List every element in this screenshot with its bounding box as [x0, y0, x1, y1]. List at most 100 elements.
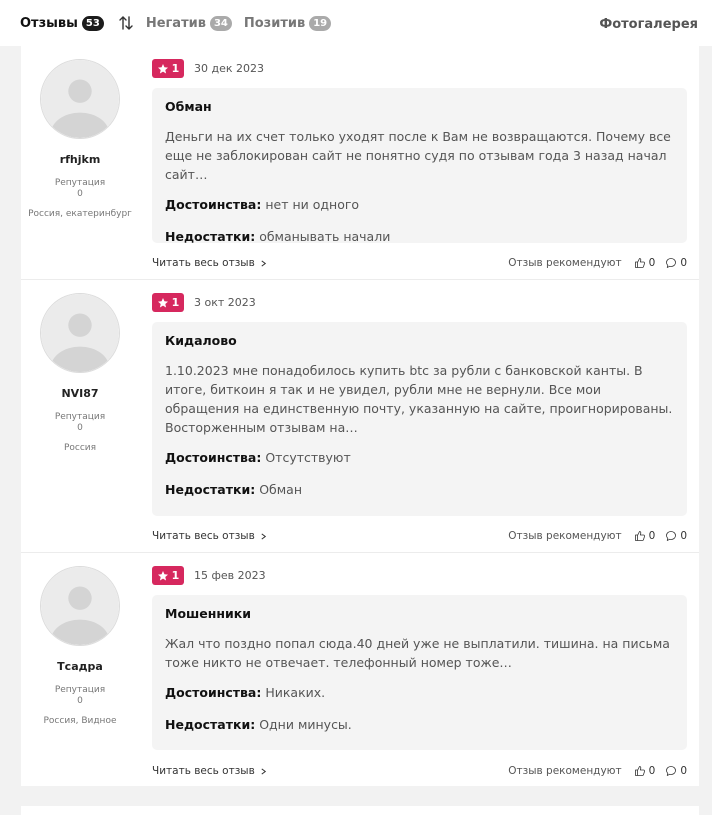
thumbs-up-icon — [634, 258, 645, 268]
reputation-value: 0 — [77, 423, 83, 433]
read-full-review-link[interactable]: Читать весь отзыв — [152, 530, 267, 542]
star-icon — [157, 63, 168, 73]
review-item: Тсадра Репутация 0 Россия, Видное 1 15 ф… — [21, 553, 699, 786]
review-author: Тсадра Репутация 0 Россия, Видное — [21, 566, 139, 727]
review-card: Мошенники Жал что поздно попал сюда.40 д… — [152, 595, 687, 750]
review-text: 1.10.2023 мне понадобилось купить btc за… — [165, 363, 673, 435]
tab-label: Позитив — [243, 15, 306, 31]
pros-text: нет ни одного — [265, 197, 360, 212]
review-cons: Недостатки: Одни минусы. — [165, 717, 674, 732]
read-more-label: Читать весь отзыв — [152, 530, 255, 542]
reputation-label: Репутация — [54, 178, 106, 188]
read-more-label: Читать весь отзыв — [152, 765, 255, 777]
comment-count: 0 — [680, 765, 687, 777]
review-actions: Читать весь отзыв Отзыв рекомендуют 0 0 — [152, 762, 687, 780]
rating-badge: 1 — [152, 59, 184, 78]
next-section-edge — [21, 806, 699, 815]
review-content: 1 30 дек 2023 Обман Деньги на их счет то… — [152, 59, 687, 269]
review-meta: 1 3 окт 2023 — [152, 293, 687, 312]
reputation-label: Репутация — [54, 412, 106, 422]
rating-value: 1 — [171, 62, 180, 75]
avatar-placeholder-icon[interactable] — [40, 566, 120, 646]
review-author: NVI87 Репутация 0 Россия — [21, 293, 139, 454]
review-date: 15 фев 2023 — [194, 569, 266, 582]
rating-badge: 1 — [152, 566, 184, 585]
author-name[interactable]: rfhjkm — [21, 153, 139, 166]
comment-bubble-icon — [666, 531, 677, 541]
author-name[interactable]: NVI87 — [21, 387, 139, 400]
cons-text: Обман — [259, 482, 302, 497]
reputation-value: 0 — [77, 189, 83, 199]
review-title[interactable]: Мошенники — [165, 606, 674, 621]
review-content: 1 3 окт 2023 Кидалово 1.10.2023 мне пона… — [152, 293, 687, 542]
tab-all-reviews[interactable]: Отзывы 53 — [20, 15, 104, 31]
read-more-label: Читать весь отзыв — [152, 257, 255, 269]
cons-label: Недостатки: — [165, 229, 256, 244]
review-date: 3 окт 2023 — [194, 296, 256, 309]
rating-value: 1 — [171, 569, 180, 582]
review-item: NVI87 Репутация 0 Россия 1 3 окт 2023 Ки… — [21, 280, 699, 553]
review-tabs: Отзывы 53 Негатив 34 Позитив 19 — [20, 15, 343, 31]
photo-gallery-link[interactable]: Фотогалерея — [599, 17, 698, 32]
review-item: rfhjkm Репутация 0 Россия, екатеринбург … — [21, 46, 699, 280]
chevron-right-icon — [261, 259, 266, 267]
like-button[interactable]: 0 — [634, 257, 655, 269]
review-card: Обман Деньги на их счет только уходят по… — [152, 88, 687, 244]
review-actions: Читать весь отзыв Отзыв рекомендуют 0 0 — [152, 527, 687, 545]
review-author: rfhjkm Репутация 0 Россия, екатеринбург — [21, 59, 139, 220]
comments-button[interactable]: 0 — [665, 257, 687, 269]
comment-bubble-icon — [666, 258, 677, 268]
like-button[interactable]: 0 — [634, 530, 656, 542]
cons-label: Недостатки: — [165, 717, 256, 732]
recommend-label[interactable]: Отзыв рекомендуют — [508, 530, 621, 542]
chevron-right-icon — [261, 767, 266, 775]
review-cons: Недостатки: Обман — [165, 482, 674, 497]
read-full-review-link[interactable]: Читать весь отзыв — [152, 257, 267, 269]
author-name[interactable]: Тсадра — [21, 660, 139, 673]
pros-label: Достоинства: — [165, 685, 262, 700]
star-icon — [157, 297, 168, 307]
comments-button[interactable]: 0 — [665, 765, 687, 777]
tab-positive[interactable]: Позитив 19 — [243, 15, 332, 31]
pros-label: Достоинства: — [165, 450, 262, 465]
cons-label: Недостатки: — [165, 482, 256, 497]
sort-arrows-icon[interactable] — [118, 15, 134, 31]
comment-count: 0 — [680, 257, 687, 269]
review-list: rfhjkm Репутация 0 Россия, екатеринбург … — [21, 46, 699, 786]
review-pros: Достоинства: Отсутствуют — [165, 450, 674, 465]
author-location: Россия, екатеринбург — [28, 209, 132, 219]
star-icon — [157, 570, 168, 580]
review-date: 30 дек 2023 — [194, 62, 265, 75]
rating-badge: 1 — [152, 293, 184, 312]
like-button[interactable]: 0 — [634, 765, 656, 777]
review-meta: 1 30 дек 2023 — [152, 59, 687, 78]
review-card: Кидалово 1.10.2023 мне понадобилось купи… — [152, 322, 687, 516]
recommend-label[interactable]: Отзыв рекомендуют — [508, 257, 621, 269]
review-content: 1 15 фев 2023 Мошенники Жал что поздно п… — [152, 566, 687, 777]
reviews-filter-bar: Отзывы 53 Негатив 34 Позитив 19 Фотогале… — [0, 0, 712, 46]
review-cons: Недостатки: обманывать начали — [165, 229, 674, 244]
review-pros: Достоинства: Никаких. — [165, 685, 674, 700]
read-full-review-link[interactable]: Читать весь отзыв — [152, 765, 267, 777]
review-meta: 1 15 фев 2023 — [152, 566, 687, 585]
cons-text: Одни минусы. — [259, 717, 352, 732]
chevron-right-icon — [261, 532, 266, 540]
avatar-placeholder-icon[interactable] — [40, 59, 120, 139]
comments-button[interactable]: 0 — [665, 530, 687, 542]
like-count: 0 — [648, 530, 656, 542]
review-title[interactable]: Обман — [165, 99, 674, 114]
review-title[interactable]: Кидалово — [165, 333, 674, 348]
thumbs-up-icon — [634, 766, 645, 776]
avatar-placeholder-icon[interactable] — [40, 293, 120, 373]
pros-text: Отсутствуют — [265, 450, 351, 465]
tab-negative[interactable]: Негатив 34 — [145, 15, 232, 31]
count-badge: 19 — [309, 15, 332, 31]
author-location: Россия — [63, 443, 97, 453]
review-pros: Достоинства: нет ни одного — [165, 197, 674, 212]
recommend-label[interactable]: Отзыв рекомендуют — [508, 765, 621, 777]
like-count: 0 — [648, 765, 656, 777]
tab-label: Негатив — [145, 15, 206, 31]
rating-value: 1 — [171, 296, 180, 309]
review-text: Жал что поздно попал сюда.40 дней уже не… — [165, 636, 670, 670]
tab-label: Отзывы — [20, 15, 78, 31]
